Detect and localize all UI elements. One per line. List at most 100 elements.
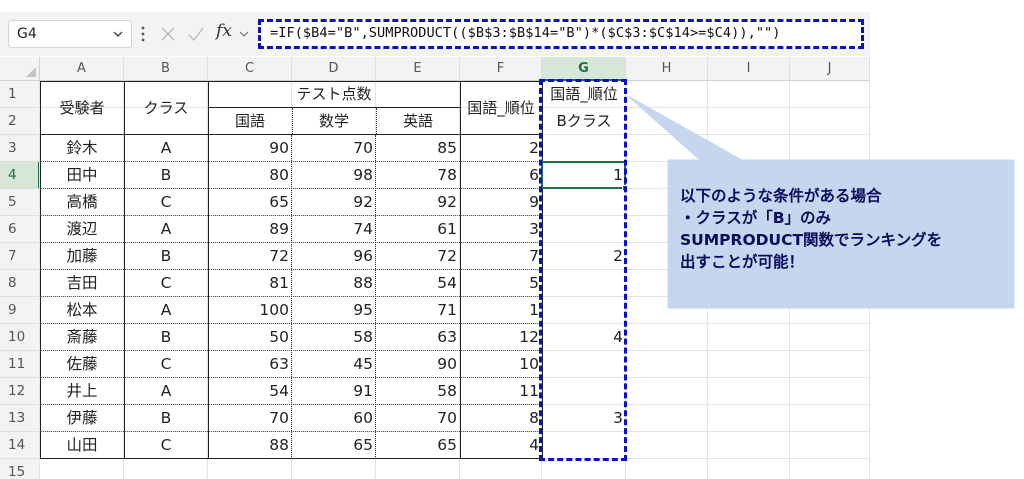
cell-name[interactable]: 鈴木 <box>40 135 124 162</box>
row-header-9[interactable]: 9 <box>0 297 40 324</box>
row-header-13[interactable]: 13 <box>0 405 40 432</box>
cell-rank-b[interactable] <box>542 351 626 378</box>
cell-japanese[interactable]: 70 <box>208 405 292 432</box>
cell-name[interactable]: 渡辺 <box>40 216 124 243</box>
cell-english[interactable]: 58 <box>376 378 460 405</box>
cell-rank-b[interactable] <box>542 378 626 405</box>
select-all-corner[interactable] <box>0 57 40 81</box>
fill-handle[interactable] <box>622 185 628 191</box>
cell-rank[interactable]: 9 <box>460 189 542 216</box>
cell-japanese[interactable]: 89 <box>208 216 292 243</box>
cell-math[interactable]: 58 <box>292 324 376 351</box>
cell-japanese[interactable]: 50 <box>208 324 292 351</box>
cell-japanese[interactable]: 63 <box>208 351 292 378</box>
row-header-2[interactable]: 2 <box>0 108 40 135</box>
row-header-14[interactable]: 14 <box>0 432 40 459</box>
cell-english[interactable]: 92 <box>376 189 460 216</box>
cell-english[interactable]: 90 <box>376 351 460 378</box>
insert-function-button[interactable]: fx <box>216 21 232 41</box>
row-header-3[interactable]: 3 <box>0 135 40 162</box>
cell-class[interactable]: B <box>124 405 208 432</box>
cell-class[interactable]: C <box>124 270 208 297</box>
cell-name[interactable]: 山田 <box>40 432 124 459</box>
cell-name[interactable]: 松本 <box>40 297 124 324</box>
cell-rank-b[interactable]: 4 <box>542 324 626 351</box>
cell-rank[interactable]: 10 <box>460 351 542 378</box>
cell-rank-b[interactable] <box>542 216 626 243</box>
cell-class[interactable]: A <box>124 297 208 324</box>
cell-math[interactable]: 95 <box>292 297 376 324</box>
cell-english[interactable]: 54 <box>376 270 460 297</box>
cell-japanese[interactable]: 54 <box>208 378 292 405</box>
cell-rank-b[interactable] <box>542 189 626 216</box>
more-options-icon[interactable] <box>140 24 146 44</box>
column-header-c[interactable]: C <box>208 57 292 81</box>
cell-japanese[interactable]: 88 <box>208 432 292 459</box>
cell-math[interactable]: 74 <box>292 216 376 243</box>
chevron-down-icon[interactable] <box>111 27 125 41</box>
cell-rank[interactable]: 7 <box>460 243 542 270</box>
cell-rank-b[interactable] <box>542 297 626 324</box>
column-header-j[interactable]: J <box>790 57 870 81</box>
cell-english[interactable]: 63 <box>376 324 460 351</box>
cell-rank[interactable]: 8 <box>460 405 542 432</box>
active-cell[interactable] <box>541 161 626 189</box>
cell-rank-b[interactable]: 2 <box>542 243 626 270</box>
cell-name[interactable]: 斎藤 <box>40 324 124 351</box>
column-header-g[interactable]: G <box>542 57 626 81</box>
cell-rank[interactable]: 4 <box>460 432 542 459</box>
cell-japanese[interactable]: 65 <box>208 189 292 216</box>
row-header-1[interactable]: 1 <box>0 81 40 108</box>
cell-name[interactable]: 吉田 <box>40 270 124 297</box>
cell-english[interactable]: 78 <box>376 162 460 189</box>
cell-math[interactable]: 60 <box>292 405 376 432</box>
cell-math[interactable]: 70 <box>292 135 376 162</box>
column-header-h[interactable]: H <box>626 57 708 81</box>
chevron-down-icon[interactable] <box>238 28 250 40</box>
cancel-icon[interactable] <box>158 24 178 44</box>
cell-english[interactable]: 85 <box>376 135 460 162</box>
column-header-a[interactable]: A <box>40 57 124 81</box>
cell-japanese[interactable]: 72 <box>208 243 292 270</box>
cell-name[interactable]: 井上 <box>40 378 124 405</box>
cell-english[interactable]: 65 <box>376 432 460 459</box>
cell-rank[interactable]: 2 <box>460 135 542 162</box>
cell-rank-b[interactable]: 3 <box>542 405 626 432</box>
column-header-b[interactable]: B <box>124 57 208 81</box>
cell-class[interactable]: B <box>124 243 208 270</box>
cell-name[interactable]: 田中 <box>40 162 124 189</box>
cell-name[interactable]: 加藤 <box>40 243 124 270</box>
cell-class[interactable]: A <box>124 378 208 405</box>
formula-input[interactable]: =IF($B4="B",SUMPRODUCT(($B$3:$B$14="B")*… <box>258 19 864 49</box>
cell-english[interactable]: 61 <box>376 216 460 243</box>
row-header-12[interactable]: 12 <box>0 378 40 405</box>
cell-class[interactable]: A <box>124 216 208 243</box>
cell-rank[interactable]: 3 <box>460 216 542 243</box>
name-box[interactable]: G4 <box>8 20 132 48</box>
cell-rank[interactable]: 1 <box>460 297 542 324</box>
cell-math[interactable]: 91 <box>292 378 376 405</box>
cell-class[interactable]: C <box>124 351 208 378</box>
cell-math[interactable]: 96 <box>292 243 376 270</box>
cell-name[interactable]: 高橋 <box>40 189 124 216</box>
cell-japanese[interactable]: 81 <box>208 270 292 297</box>
cell-english[interactable]: 72 <box>376 243 460 270</box>
cell-rank-b[interactable] <box>542 432 626 459</box>
row-header-4[interactable]: 4 <box>0 162 40 189</box>
cell-rank[interactable]: 5 <box>460 270 542 297</box>
cell-math[interactable]: 88 <box>292 270 376 297</box>
cell-class[interactable]: C <box>124 432 208 459</box>
cell-name[interactable]: 佐藤 <box>40 351 124 378</box>
column-header-f[interactable]: F <box>460 57 542 81</box>
row-header-10[interactable]: 10 <box>0 324 40 351</box>
cell-japanese[interactable]: 80 <box>208 162 292 189</box>
cell-math[interactable]: 98 <box>292 162 376 189</box>
column-header-i[interactable]: I <box>708 57 790 81</box>
cell-class[interactable]: B <box>124 162 208 189</box>
cell-japanese[interactable]: 100 <box>208 297 292 324</box>
cell-math[interactable]: 65 <box>292 432 376 459</box>
cell-math[interactable]: 45 <box>292 351 376 378</box>
cell-rank[interactable]: 12 <box>460 324 542 351</box>
cell-rank-b[interactable] <box>542 270 626 297</box>
row-header-11[interactable]: 11 <box>0 351 40 378</box>
